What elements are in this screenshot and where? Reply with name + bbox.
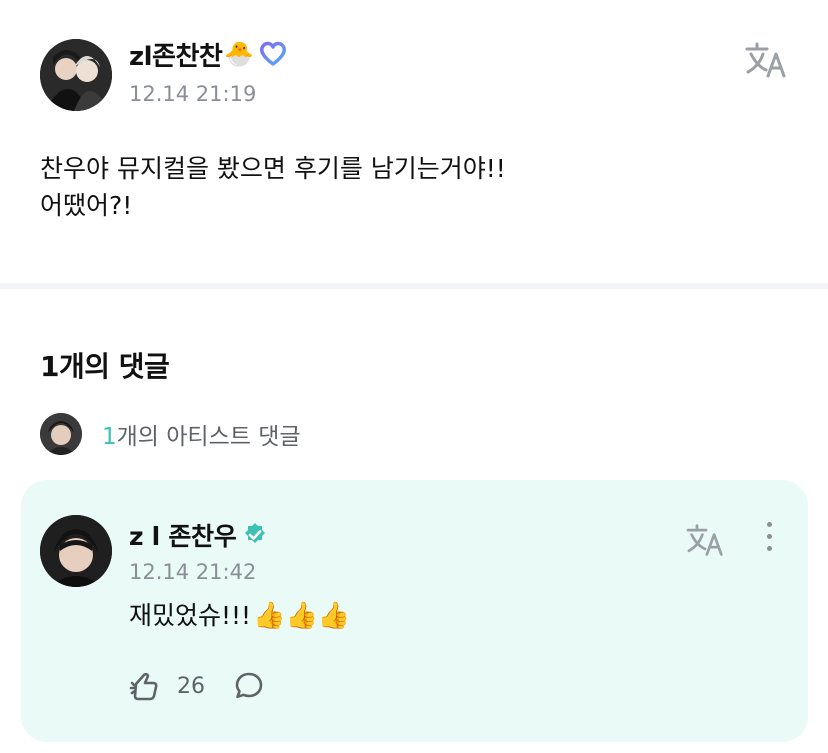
comment-text: 재밌었슈!!!👍👍👍 — [129, 596, 350, 632]
section-divider — [0, 283, 828, 289]
reply-bubble-icon — [235, 672, 263, 699]
artist-summary-label: 개의 아티스트 댓글 — [116, 424, 301, 450]
like-count: 26 — [177, 673, 205, 699]
like-button[interactable]: 26 — [129, 670, 205, 702]
comment-count-heading: 1개의 댓글 — [40, 350, 170, 383]
artist-summary-count: 1 — [102, 424, 117, 450]
thumbs-up-emoji-icon: 👍👍👍 — [253, 601, 351, 631]
comment-timestamp: 12.14 21:42 — [129, 560, 257, 584]
post-timestamp: 12.14 21:19 — [129, 82, 257, 106]
commenter-avatar[interactable] — [40, 515, 112, 587]
artist-comment-summary[interactable]: 1개의 아티스트 댓글 — [40, 413, 301, 455]
post-body-line: 찬우야 뮤지컬을 봤으면 후기를 남기는거야!! — [40, 154, 506, 183]
verified-check-icon — [242, 522, 268, 548]
translate-icon[interactable] — [744, 40, 790, 84]
comment-translate-icon[interactable] — [685, 522, 727, 562]
comment-text-body: 재밌었슈!!! — [129, 601, 252, 630]
more-vertical-icon[interactable] — [761, 522, 777, 556]
chick-emoji-icon: 🐣 — [224, 40, 255, 68]
artist-comment-card: z l 존찬우 12.14 21:42 재밌었슈!!!👍👍👍 26 — [21, 480, 808, 742]
reply-button[interactable] — [233, 670, 265, 702]
post-body-line: 어땠어?! — [40, 191, 133, 220]
post-author-row: zl존찬찬 🐣 — [129, 36, 288, 72]
commenter-name[interactable]: z l 존찬우 — [129, 517, 237, 553]
heart-badge-icon — [258, 41, 288, 67]
post-author-avatar[interactable] — [40, 39, 112, 111]
artist-summary-text: 1개의 아티스트 댓글 — [102, 417, 301, 451]
commenter-row: z l 존찬우 — [129, 518, 268, 552]
like-hand-icon — [129, 672, 158, 701]
post-author-name[interactable]: zl존찬찬 — [129, 36, 223, 73]
artist-summary-avatar — [40, 413, 82, 455]
post-body: 찬우야 뮤지컬을 봤으면 후기를 남기는거야!! 어땠어?! — [40, 150, 506, 224]
